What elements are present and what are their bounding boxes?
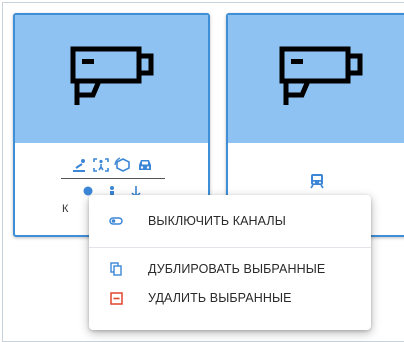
channel-thumbnail (228, 15, 404, 143)
cctv-camera-icon (279, 46, 363, 105)
menu-item-disable-channels[interactable]: ВЫКЛЮЧИТЬ КАНАЛЫ (89, 208, 371, 234)
cctv-camera-icon (70, 46, 153, 105)
remove-box-icon (109, 291, 123, 305)
copy-icon (109, 262, 123, 276)
object-rotate-icon (113, 157, 130, 172)
person-zone-icon (92, 158, 109, 172)
menu-item-label: УДАЛИТЬ ВЫБРАННЫЕ (148, 291, 292, 305)
icons-divider (61, 178, 165, 179)
menu-divider (89, 247, 371, 248)
channel-name: К (62, 203, 69, 215)
menu-item-duplicate-selected[interactable]: ДУБЛИРОВАТЬ ВЫБРАННЫЕ (89, 256, 371, 282)
menu-item-delete-selected[interactable]: УДАЛИТЬ ВЫБРАННЫЕ (89, 285, 371, 311)
car-icon (138, 160, 151, 170)
person-fall-icon (72, 159, 85, 172)
train-icon (310, 174, 324, 189)
menu-item-label: ВЫКЛЮЧИТЬ КАНАЛЫ (148, 214, 286, 228)
toggle-off-icon (109, 214, 123, 228)
context-menu: ВЫКЛЮЧИТЬ КАНАЛЫ ДУБЛИРОВАТЬ ВЫБРАННЫЕ У… (89, 195, 371, 330)
channel-thumbnail (15, 15, 208, 143)
menu-item-label: ДУБЛИРОВАТЬ ВЫБРАННЫЕ (148, 262, 326, 276)
